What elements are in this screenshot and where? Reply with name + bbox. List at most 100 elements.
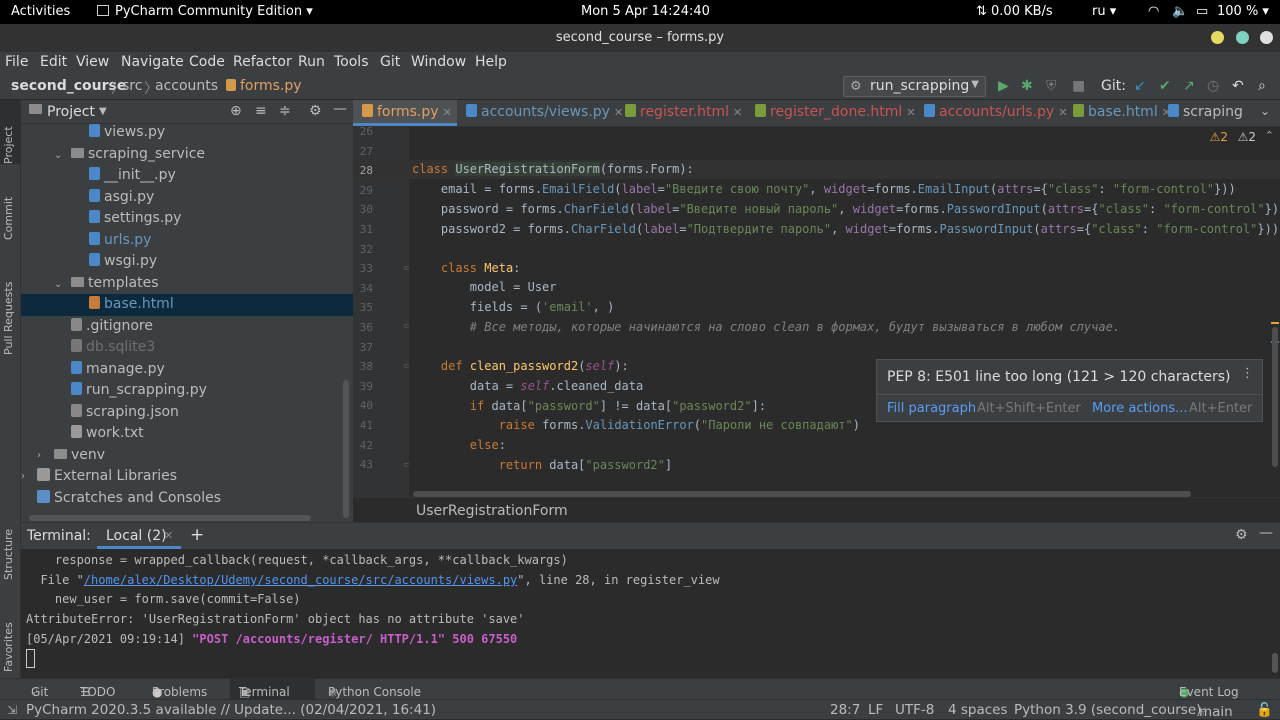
terminal-output[interactable]: response = wrapped_callback(request, *ca…: [21, 549, 1280, 678]
project-tool-tab[interactable]: Project: [2, 126, 15, 164]
new-tab-icon[interactable]: +: [190, 525, 204, 545]
menu-run[interactable]: Run: [298, 54, 325, 70]
activities-button[interactable]: Activities: [11, 4, 70, 19]
file-link[interactable]: /home/alex/Desktop/Udemy/second_course/s…: [84, 573, 517, 587]
gear-icon[interactable]: ⚙: [309, 103, 322, 119]
tree-item[interactable]: work.txt: [71, 425, 144, 441]
locate-icon[interactable]: ⊕: [230, 103, 242, 119]
debug-icon[interactable]: ✱: [1021, 78, 1033, 94]
collapse-all-icon[interactable]: ≑: [279, 103, 291, 119]
tree-item-selected[interactable]: base.html: [89, 296, 174, 312]
line-separator[interactable]: LF: [868, 702, 883, 718]
tree-item[interactable]: manage.py: [71, 361, 165, 377]
menu-git[interactable]: Git: [380, 54, 400, 70]
breadcrumb-src[interactable]: src: [122, 78, 142, 94]
tab-accounts-urls[interactable]: accounts/urls.py ✕: [924, 104, 1067, 120]
fill-paragraph-link[interactable]: Fill paragraph: [887, 401, 976, 416]
tree-scratches[interactable]: Scratches and Consoles: [37, 490, 221, 506]
breadcrumb-file[interactable]: forms.py: [226, 78, 302, 94]
terminal-tab-local[interactable]: Local (2) ✕: [97, 523, 181, 549]
pull-requests-tool-tab[interactable]: Pull Requests: [2, 282, 15, 355]
tree-item[interactable]: run_scrapping.py: [71, 382, 207, 398]
battery-icon[interactable]: ▭: [1196, 4, 1208, 19]
warning-count[interactable]: ⚠2: [1210, 130, 1228, 144]
breadcrumb-project[interactable]: second_course: [11, 78, 126, 94]
lock-icon[interactable]: 🔓: [1256, 702, 1273, 718]
language-indicator[interactable]: ru ▾: [1092, 4, 1116, 19]
chevron-up-icon[interactable]: ⌃: [1265, 129, 1274, 142]
menu-code[interactable]: Code: [189, 54, 225, 70]
close-button[interactable]: [1260, 31, 1273, 44]
commit-tool-tab[interactable]: Commit: [2, 197, 15, 240]
tree-folder[interactable]: templates: [71, 275, 159, 291]
tab-forms-py[interactable]: forms.py ✕: [362, 104, 452, 120]
breadcrumb-class[interactable]: UserRegistrationForm: [416, 503, 568, 519]
maximize-button[interactable]: [1236, 31, 1249, 44]
coverage-icon[interactable]: ⛨: [1046, 78, 1057, 94]
history-icon[interactable]: ◷: [1207, 78, 1219, 94]
python-interpreter[interactable]: Python 3.9 (second_course): [1014, 702, 1201, 718]
tree-item[interactable]: wsgi.py: [89, 253, 157, 269]
favorites-tool-tab[interactable]: Favorites: [2, 622, 15, 672]
tree-item[interactable]: views.py: [89, 124, 165, 140]
expand-all-icon[interactable]: ≡: [255, 103, 267, 119]
tree-libraries[interactable]: External Libraries: [37, 468, 177, 484]
menu-refactor[interactable]: Refactor: [233, 54, 292, 70]
tab-accounts-views[interactable]: accounts/views.py ✕: [466, 104, 623, 120]
project-view-selector[interactable]: Project: [47, 104, 95, 120]
update-message[interactable]: PyCharm 2020.3.5 available // Update... …: [26, 702, 436, 718]
structure-tool-tab[interactable]: Structure: [2, 529, 15, 580]
indent-setting[interactable]: 4 spaces: [948, 702, 1008, 718]
vertical-scrollbar[interactable]: [343, 380, 349, 518]
menu-window[interactable]: Window: [411, 54, 466, 70]
editor-vertical-scrollbar[interactable]: [1272, 327, 1278, 467]
caret-position[interactable]: 28:7: [830, 702, 860, 718]
tree-folder[interactable]: venv: [54, 447, 105, 463]
volume-icon[interactable]: 🔈: [1172, 4, 1188, 19]
hide-icon[interactable]: —: [333, 101, 347, 117]
menu-tools[interactable]: Tools: [334, 54, 369, 70]
app-menu[interactable]: PyCharm Community Edition ▾: [97, 4, 313, 19]
status-icon[interactable]: ⇲: [7, 703, 17, 717]
search-icon[interactable]: ⌕: [1258, 78, 1266, 94]
menu-file[interactable]: File: [5, 54, 28, 70]
code-editor[interactable]: ⚠2 ⚠2 ⌃ class UserRegistrationForm(forms…: [409, 127, 1280, 497]
gear-icon[interactable]: ⚙: [1235, 527, 1248, 543]
tab-scraping[interactable]: scraping: [1168, 104, 1256, 120]
battery-level[interactable]: 100 % ▾: [1217, 4, 1269, 19]
stop-icon[interactable]: ■: [1072, 78, 1085, 94]
tab-register-html[interactable]: register.html ✕: [625, 104, 742, 120]
menu-help[interactable]: Help: [475, 54, 507, 70]
menu-view[interactable]: View: [76, 54, 109, 70]
more-options-icon[interactable]: ⋮: [1241, 366, 1254, 381]
run-config-selector[interactable]: ⚙ run_scrapping ▼: [843, 76, 986, 97]
file-encoding[interactable]: UTF-8: [895, 702, 934, 718]
warning-marker[interactable]: [1271, 322, 1279, 324]
tab-register-done-html[interactable]: register_done.html ✕: [755, 104, 916, 120]
clock[interactable]: Mon 5 Apr 14:24:40: [581, 4, 710, 19]
tree-item-ignored[interactable]: db.sqlite3: [71, 339, 155, 355]
close-icon[interactable]: ✕: [164, 529, 173, 542]
hide-icon[interactable]: —: [1259, 525, 1273, 541]
breadcrumb-accounts[interactable]: accounts: [155, 78, 218, 94]
more-actions-link[interactable]: More actions...: [1092, 401, 1188, 416]
tree-item[interactable]: .gitignore: [71, 318, 153, 334]
git-commit-icon[interactable]: ✔: [1159, 78, 1171, 94]
menu-navigate[interactable]: Navigate: [121, 54, 184, 70]
wifi-icon[interactable]: ◠: [1148, 4, 1159, 19]
tree-item[interactable]: settings.py: [89, 210, 181, 226]
rollback-icon[interactable]: ↶: [1232, 78, 1244, 94]
tree-folder[interactable]: scraping_service: [71, 146, 205, 162]
tree-item[interactable]: scraping.json: [71, 404, 179, 420]
run-icon[interactable]: ▶: [998, 78, 1009, 94]
chevron-down-icon[interactable]: ▼: [99, 106, 107, 117]
minimize-button[interactable]: [1211, 31, 1224, 44]
tabs-overflow-icon[interactable]: ⌄: [1260, 104, 1270, 118]
menu-edit[interactable]: Edit: [40, 54, 67, 70]
tab-base-html[interactable]: base.html ✕: [1073, 104, 1171, 120]
terminal-scrollbar[interactable]: [1272, 653, 1278, 673]
tree-item[interactable]: asgi.py: [89, 189, 154, 205]
tree-item[interactable]: __init__.py: [89, 167, 176, 183]
horizontal-scrollbar[interactable]: [29, 515, 311, 521]
git-push-icon[interactable]: ↗: [1183, 78, 1195, 94]
